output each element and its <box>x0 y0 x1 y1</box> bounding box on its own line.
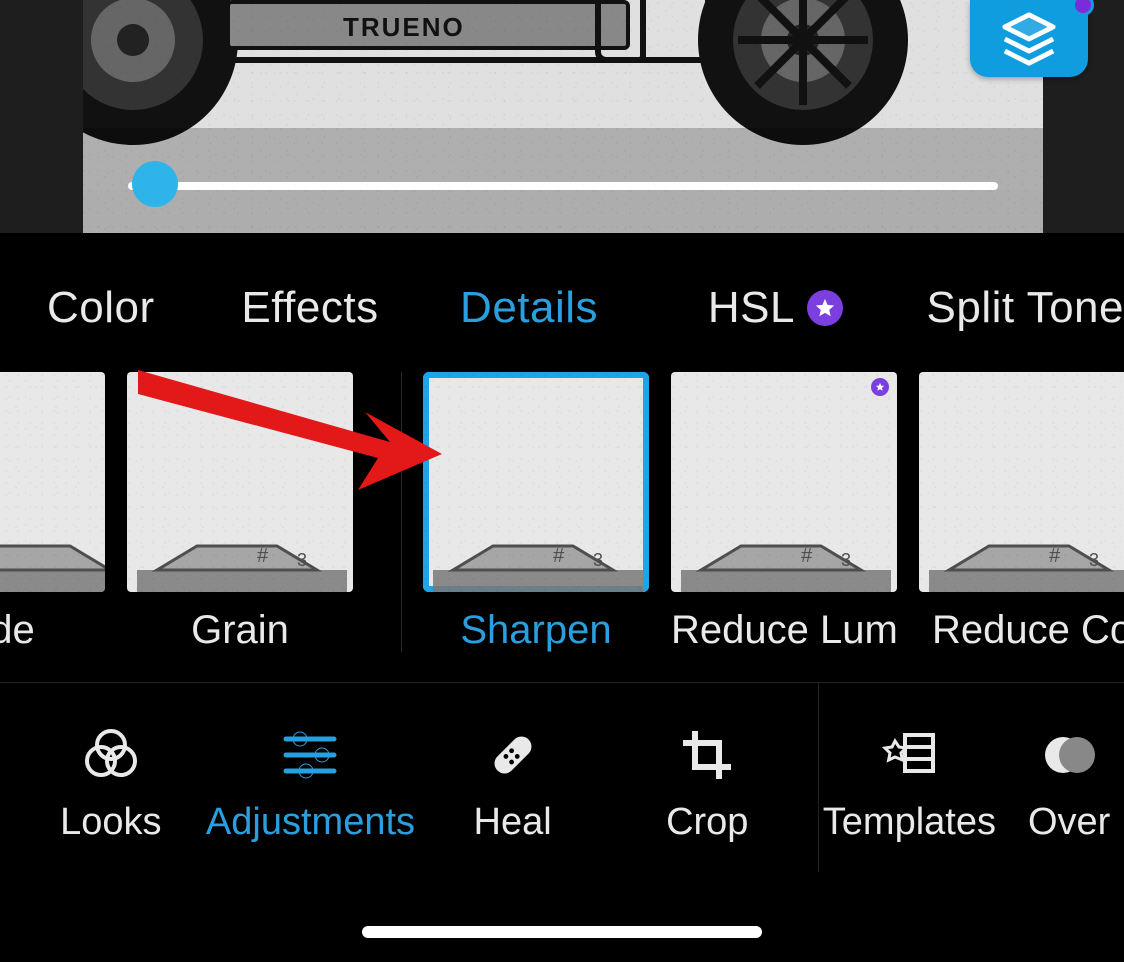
tab-effects[interactable]: Effects <box>241 283 460 333</box>
thumb-grain-label: Grain <box>191 608 289 652</box>
layers-button[interactable] <box>970 0 1088 77</box>
svg-text:3: 3 <box>1089 550 1099 570</box>
adjustment-slider[interactable] <box>128 175 998 195</box>
image-preview[interactable]: TRUENO <box>83 0 1043 233</box>
templates-icon <box>879 727 939 783</box>
tool-heal-label: Heal <box>474 801 552 844</box>
svg-text:#: # <box>257 545 269 567</box>
looks-icon <box>83 727 139 783</box>
tab-hsl-label: HSL <box>708 283 795 333</box>
tool-adjustments[interactable]: Adjustments <box>206 727 416 844</box>
thumb-reduce-color[interactable]: #3 Reduce Colo <box>919 372 1124 652</box>
premium-star-icon <box>807 290 843 326</box>
tab-details[interactable]: Details <box>460 283 708 333</box>
svg-text:#: # <box>801 545 813 567</box>
tool-adjustments-label: Adjustments <box>206 801 415 844</box>
thumb-sharpen-label: Sharpen <box>460 608 611 652</box>
tool-crop[interactable]: Crop <box>610 727 805 844</box>
tool-looks-label: Looks <box>60 801 161 844</box>
tool-crop-label: Crop <box>666 801 748 844</box>
layers-icon <box>1000 10 1058 68</box>
overlays-icon <box>1043 727 1095 783</box>
details-thumbnails[interactable]: de #3 Grain #3 Sharpen #3 Reduce Lumina … <box>0 372 1124 652</box>
thumb-reduce-lumina-label: Reduce Lumina <box>671 608 897 652</box>
bandage-icon <box>485 727 541 783</box>
svg-text:#: # <box>1049 545 1061 567</box>
tool-heal[interactable]: Heal <box>415 727 610 844</box>
tool-overlays-label: Over <box>1028 801 1110 844</box>
home-indicator[interactable] <box>362 926 762 938</box>
premium-star-icon <box>871 378 889 396</box>
thumb-reduce-color-label: Reduce Colo <box>932 608 1124 652</box>
bottom-toolbar: Looks Adjustments Heal Crop Templates <box>0 700 1124 870</box>
thumb-de[interactable]: de <box>0 372 105 652</box>
svg-text:3: 3 <box>841 550 851 570</box>
slider-track <box>128 182 998 190</box>
thumb-sharpen[interactable]: #3 Sharpen <box>423 372 649 652</box>
slider-thumb[interactable] <box>132 161 178 207</box>
thumb-grain[interactable]: #3 Grain <box>127 372 353 652</box>
tab-color[interactable]: Color <box>47 283 241 333</box>
sliders-icon <box>280 727 340 783</box>
svg-text:3: 3 <box>593 550 603 570</box>
tool-overlays[interactable]: Over <box>1014 727 1124 844</box>
svg-text:#: # <box>553 545 565 567</box>
tool-templates[interactable]: Templates <box>805 727 1015 844</box>
toolbar-separator <box>0 682 1124 683</box>
adjustment-category-tabs: Color Effects Details HSL Split Tone <box>0 275 1124 341</box>
app-root: TRUENO Color Effects Details HSL <box>0 0 1124 962</box>
thumb-de-label: de <box>0 608 35 652</box>
tool-templates-label: Templates <box>823 801 996 844</box>
svg-text:3: 3 <box>297 550 307 570</box>
tab-hsl[interactable]: HSL <box>708 283 927 333</box>
tool-looks[interactable]: Looks <box>16 727 206 844</box>
crop-icon <box>679 727 735 783</box>
thumb-reduce-luminance[interactable]: #3 Reduce Lumina <box>671 372 897 652</box>
tab-split-tone[interactable]: Split Tone <box>927 283 1124 333</box>
